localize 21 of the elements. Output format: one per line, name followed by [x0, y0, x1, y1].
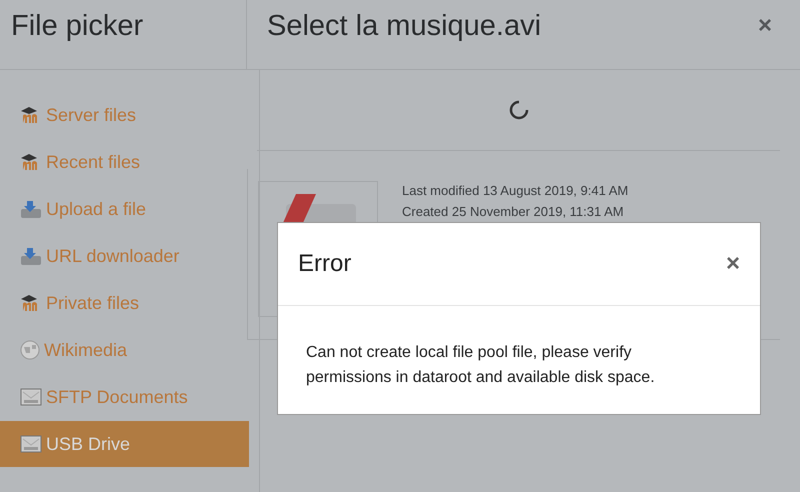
dialog-title: Error: [298, 250, 352, 278]
close-button[interactable]: ×: [726, 250, 740, 278]
drive-icon: [20, 435, 42, 453]
sidebar-item[interactable]: URL downloader: [0, 233, 249, 279]
sidebar-item[interactable]: Server files: [0, 92, 249, 138]
panel-title: Select la musique.avi: [267, 10, 542, 43]
sidebar-item[interactable]: Private files: [0, 280, 249, 326]
sidebar-item[interactable]: Upload a file: [0, 186, 249, 232]
close-button[interactable]: ×: [758, 12, 772, 40]
sidebar-title: File picker: [11, 10, 144, 43]
sidebar-item[interactable]: USB Drive: [0, 421, 249, 467]
file-detail: Created 25 November 2019, 11:31 AM: [402, 204, 625, 219]
sidebar-item[interactable]: Recent files: [0, 139, 249, 185]
error-message: Can not create local file pool file, please verify permissions in dataroot and available disk space.: [306, 343, 656, 388]
globe-icon: [20, 340, 40, 360]
drive-icon: [20, 388, 42, 406]
sidebar-item[interactable]: Wikimedia: [0, 327, 249, 373]
inbox-download-icon: [20, 246, 42, 266]
inbox-download-icon: [20, 199, 42, 219]
file-detail: Last modified 13 August 2019, 9:41 AM: [402, 183, 628, 198]
sidebar-item[interactable]: SFTP Documents: [0, 374, 249, 420]
